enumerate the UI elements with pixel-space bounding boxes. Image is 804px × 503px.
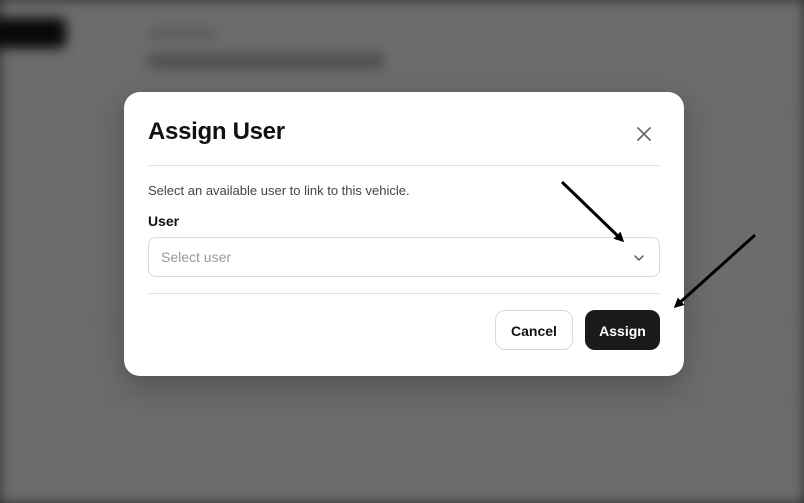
close-icon bbox=[637, 127, 651, 141]
dialog-title: Assign User bbox=[148, 118, 285, 145]
dialog-description: Select an available user to link to this… bbox=[148, 183, 410, 198]
cancel-button[interactable]: Cancel bbox=[495, 310, 573, 350]
assign-button[interactable]: Assign bbox=[585, 310, 660, 350]
user-select[interactable]: Select user bbox=[148, 237, 660, 277]
header-divider bbox=[148, 165, 660, 166]
user-select-placeholder: Select user bbox=[161, 249, 232, 265]
assign-user-dialog: Assign User Select an available user to … bbox=[124, 92, 684, 376]
footer-divider bbox=[148, 293, 660, 294]
close-button[interactable] bbox=[632, 122, 656, 146]
user-field-label: User bbox=[148, 213, 180, 229]
chevron-down-icon bbox=[634, 255, 644, 261]
